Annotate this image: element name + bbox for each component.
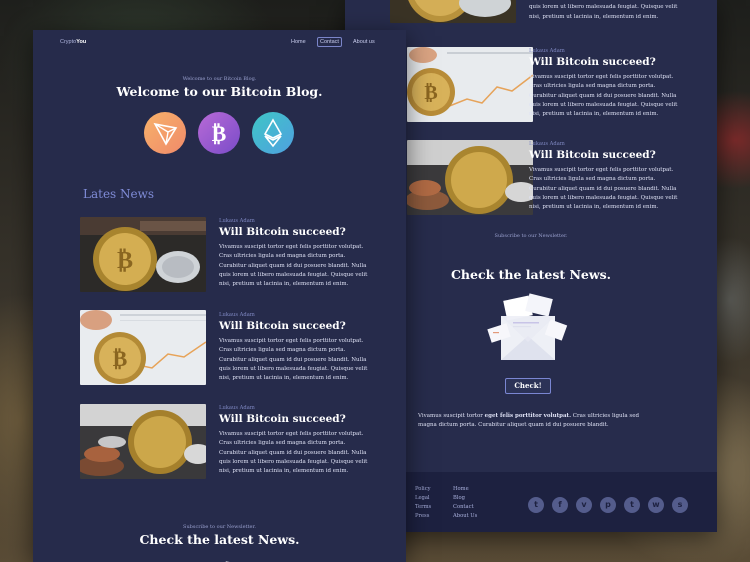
post-image (390, 0, 516, 23)
facebook-icon[interactable]: f (552, 497, 568, 513)
post-title[interactable]: Will Bitcoin succeed? (529, 149, 656, 161)
front-page-preview: CryptoYou Home Contact About us Welcome … (33, 30, 406, 562)
footer-link-legal[interactable]: Legal (415, 495, 430, 501)
post-image[interactable] (80, 404, 206, 479)
newsletter-check-button[interactable]: Check! (505, 378, 551, 394)
envelope-illustration (193, 556, 253, 562)
newsletter-eyebrow: Subscribe to our Newsletter. (183, 524, 256, 530)
post-image (407, 140, 533, 215)
post-title[interactable]: Will Bitcoin succeed? (219, 320, 346, 332)
post-body: Vivamus suscipit tortor eget felis portt… (219, 338, 368, 382)
whatsapp-icon[interactable]: w (648, 497, 664, 513)
svg-text:₿: ₿ (212, 122, 227, 147)
post-body: Vivamus suscipit tortor eget felis portt… (529, 74, 678, 118)
post-author: Lukaus Adam (219, 218, 255, 224)
post-title[interactable]: Will Bitcoin succeed? (219, 413, 346, 425)
post-body: Vivamus suscipit tortor eget felis portt… (219, 431, 368, 475)
vimeo-icon[interactable]: v (576, 497, 592, 513)
post-body: Curabitur aliquet quam id dui posuere bl… (529, 0, 678, 20)
envelope-illustration (483, 292, 573, 364)
post-body: Vivamus suscipit tortor eget felis portt… (529, 167, 678, 211)
footer-link-blog[interactable]: Blog (453, 495, 465, 501)
svg-text:₿: ₿ (117, 246, 133, 274)
pinterest-icon[interactable]: p (600, 497, 616, 513)
post-body: Vivamus suscipit tortor eget felis portt… (219, 244, 368, 288)
top-nav: CryptoYou Home Contact About us (33, 30, 406, 56)
brand-logo[interactable]: CryptoYou (60, 39, 86, 45)
tron-coin-icon (144, 112, 186, 154)
latest-news-heading: Lates News (83, 187, 155, 201)
footer-link-policy[interactable]: Policy (415, 486, 431, 492)
footer-link-home[interactable]: Home (453, 486, 469, 492)
post-author: Lukaus Adam (219, 312, 255, 318)
footer-link-terms[interactable]: Terms (415, 504, 431, 510)
hero-title: Welcome to our Bitcoin Blog. (116, 84, 323, 99)
bitcoin-coin-icon: ₿ (198, 112, 240, 154)
svg-text:₿: ₿ (113, 347, 128, 372)
nav-contact[interactable]: Contact (317, 37, 342, 47)
svg-text:₿: ₿ (424, 80, 437, 104)
footer-link-press[interactable]: Press (415, 513, 429, 519)
nav-about-us[interactable]: About us (353, 39, 375, 45)
ethereum-coin-icon (252, 112, 294, 154)
footer-link-about-us[interactable]: About Us (453, 513, 477, 519)
twitter-icon[interactable]: t (528, 497, 544, 513)
newsletter-title: Check the latest News. (139, 532, 300, 547)
footer-link-contact[interactable]: Contact (453, 504, 474, 510)
tumblr-icon[interactable]: t (624, 497, 640, 513)
snapchat-icon[interactable]: s (672, 497, 688, 513)
post-image[interactable]: ₿ (80, 217, 206, 292)
post-image[interactable]: ₿ (80, 310, 206, 385)
newsletter-text: Vivamus suscipit tortor eget felis portt… (418, 413, 639, 429)
post-author: Lukaus Adam (219, 405, 255, 411)
post-author: Lukaus Adam (529, 141, 565, 147)
nav-home[interactable]: Home (291, 39, 306, 45)
hero-eyebrow: Welcome to our Bitcoin Blog. (182, 76, 257, 82)
post-title[interactable]: Will Bitcoin succeed? (529, 56, 656, 68)
post-image: ₿ (407, 47, 533, 122)
post-author: Lukaus Adam (529, 48, 565, 54)
post-title[interactable]: Will Bitcoin succeed? (219, 226, 346, 238)
